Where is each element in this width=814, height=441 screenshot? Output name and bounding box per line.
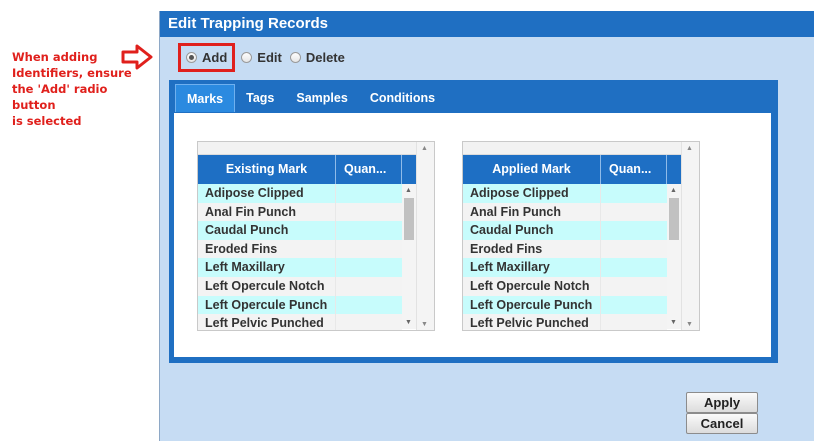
table-row[interactable]: Eroded Fins — [463, 239, 699, 259]
radio-unchecked-icon[interactable] — [289, 51, 301, 63]
table-row[interactable]: Left Opercule Notch — [463, 276, 699, 296]
scroll-down-icon[interactable]: ▼ — [686, 321, 693, 328]
tab-marks[interactable]: Marks — [175, 84, 236, 112]
scroll-down-icon[interactable]: ▼ — [670, 319, 677, 326]
existing-grid-rows: Adipose Clipped Anal Fin Punch Caudal Pu… — [198, 184, 434, 330]
applied-grid-header: Applied Mark Quan... — [463, 155, 699, 184]
arrow-right-icon — [121, 44, 153, 70]
add-radio-label: Add — [202, 49, 228, 65]
existing-mark-grid: Existing Mark Quan... Adipose Clipped An… — [197, 141, 435, 331]
table-row[interactable]: Left Opercule Notch — [198, 276, 434, 296]
applied-grid-outer-scrollbar[interactable]: ▲ ▼ — [681, 142, 699, 330]
table-row[interactable]: Left Opercule Punch — [463, 295, 699, 315]
scroll-up-icon[interactable]: ▲ — [670, 187, 677, 194]
table-row[interactable]: Caudal Punch — [198, 221, 434, 240]
applied-mark-column-header[interactable]: Applied Mark — [463, 155, 601, 184]
scroll-thumb[interactable] — [669, 198, 679, 240]
apply-button[interactable]: Apply — [686, 392, 758, 413]
tab-bar: Marks Tags Samples Conditions — [169, 80, 778, 112]
dialog-title: Edit Trapping Records — [160, 11, 814, 37]
quantity-column-header[interactable]: Quan... — [336, 155, 402, 184]
existing-grid-outer-scrollbar[interactable]: ▲ ▼ — [416, 142, 434, 330]
table-row[interactable]: Left Maxillary — [463, 258, 699, 277]
radio-unchecked-icon[interactable] — [241, 51, 253, 63]
table-row[interactable]: Adipose Clipped — [463, 184, 699, 203]
table-row[interactable]: Left Opercule Punch — [198, 295, 434, 315]
scroll-down-icon[interactable]: ▼ — [421, 321, 428, 328]
table-row[interactable]: Anal Fin Punch — [463, 202, 699, 222]
edit-radio-label: Edit — [257, 49, 282, 65]
radio-checked-icon[interactable] — [186, 51, 197, 63]
table-row[interactable]: Anal Fin Punch — [198, 202, 434, 222]
marks-tab-content: Existing Mark Quan... Adipose Clipped An… — [174, 113, 771, 357]
table-row[interactable]: Eroded Fins — [198, 239, 434, 259]
edit-radio[interactable]: Edit — [241, 50, 282, 65]
delete-radio[interactable]: Delete — [289, 49, 345, 65]
mode-radio-group: Add Edit Delete — [178, 42, 353, 72]
annotation-line: When adding — [12, 50, 98, 64]
cancel-button[interactable]: Cancel — [686, 413, 758, 434]
grid-top-strip — [198, 142, 434, 155]
grid-top-strip — [463, 142, 699, 155]
scroll-up-icon[interactable]: ▲ — [405, 187, 412, 194]
tab-tags[interactable]: Tags — [235, 84, 285, 112]
annotation-line: the 'Add' radio button — [12, 82, 108, 112]
table-row[interactable]: Caudal Punch — [463, 221, 699, 240]
existing-grid-header: Existing Mark Quan... — [198, 155, 434, 184]
tab-panel: Marks Tags Samples Conditions Existing M… — [169, 80, 778, 363]
quantity-column-header[interactable]: Quan... — [601, 155, 667, 184]
applied-mark-grid: Applied Mark Quan... Adipose Clipped Ana… — [462, 141, 700, 331]
annotation-line: Identifiers, ensure — [12, 66, 132, 80]
table-row[interactable]: Adipose Clipped — [198, 184, 434, 203]
tab-conditions[interactable]: Conditions — [359, 84, 446, 112]
tab-samples[interactable]: Samples — [285, 84, 358, 112]
scroll-up-icon[interactable]: ▲ — [686, 145, 693, 152]
delete-radio-label: Delete — [305, 49, 345, 65]
applied-grid-rows: Adipose Clipped Anal Fin Punch Caudal Pu… — [463, 184, 699, 330]
existing-grid-inner-scrollbar[interactable]: ▲ ▼ — [402, 184, 416, 329]
table-row[interactable]: Left Pelvic Punched — [463, 314, 699, 330]
table-row[interactable]: Left Maxillary — [198, 258, 434, 277]
scroll-down-icon[interactable]: ▼ — [405, 319, 412, 326]
scroll-up-icon[interactable]: ▲ — [421, 145, 428, 152]
table-row[interactable]: Left Pelvic Punched — [198, 314, 434, 330]
existing-mark-column-header[interactable]: Existing Mark — [198, 155, 336, 184]
edit-trapping-records-dialog: Edit Trapping Records Add Edit Delete Ma… — [159, 11, 814, 441]
scroll-thumb[interactable] — [404, 198, 414, 240]
applied-grid-inner-scrollbar[interactable]: ▲ ▼ — [667, 184, 681, 329]
add-radio[interactable]: Add — [178, 42, 236, 72]
instruction-annotation: When adding Identifiers, ensure the 'Add… — [12, 49, 132, 129]
annotation-line: is selected — [12, 114, 82, 128]
